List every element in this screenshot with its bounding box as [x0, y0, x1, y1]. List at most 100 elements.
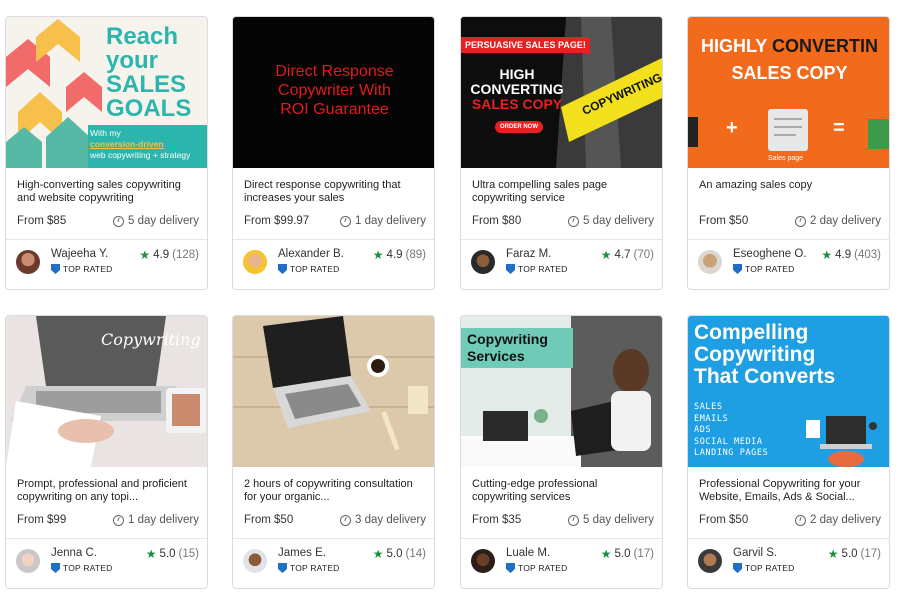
gig-title[interactable]: Cutting-edge professional copywriting se… — [472, 478, 654, 504]
seller-name[interactable]: Faraz M. — [506, 248, 551, 260]
gig-title[interactable]: Ultra compelling sales page copywriting … — [472, 179, 654, 205]
avatar[interactable] — [16, 549, 40, 573]
shield-icon — [506, 264, 515, 274]
thumbnail-art — [233, 316, 434, 467]
gig-price: From $80 — [472, 215, 522, 227]
gig-thumbnail[interactable]: Copywriting Services — [461, 316, 662, 467]
star-icon: ★ — [139, 248, 151, 262]
gig-card[interactable]: Reach your SALES GOALS With my conversio… — [5, 16, 208, 290]
star-icon: ★ — [600, 547, 612, 561]
rating: ★ 4.9 (89) — [372, 248, 426, 262]
gig-price: From $35 — [472, 514, 522, 526]
rating: ★ 5.0 (14) — [372, 547, 426, 561]
delivery-info: 5 day delivery — [113, 215, 199, 227]
delivery-info: 1 day delivery — [340, 215, 426, 227]
seller-name[interactable]: Luale M. — [506, 547, 550, 559]
delivery-info: 2 day delivery — [795, 514, 881, 526]
clock-icon — [568, 215, 580, 227]
top-rated-badge: TOP RATED — [733, 563, 795, 573]
gig-thumbnail[interactable]: Reach your SALES GOALS With my conversio… — [6, 17, 207, 168]
avatar[interactable] — [16, 250, 40, 274]
top-rated-badge: TOP RATED — [278, 264, 340, 274]
clock-icon — [795, 215, 807, 227]
divider — [6, 538, 207, 539]
avatar[interactable] — [243, 250, 267, 274]
gig-thumbnail[interactable]: HIGHLY CONVERTIN SALES COPY + = Sales pa… — [688, 17, 889, 168]
avatar[interactable] — [243, 549, 267, 573]
rating: ★ 4.9 (128) — [139, 248, 199, 262]
gig-card[interactable]: Copywriting Prompt, professional and pro… — [5, 315, 208, 589]
divider — [461, 538, 662, 539]
delivery-info: 5 day delivery — [568, 514, 654, 526]
shield-icon — [733, 563, 742, 573]
rating: ★ 4.9 (403) — [821, 248, 881, 262]
divider — [688, 239, 889, 240]
clock-icon — [795, 514, 807, 526]
thumbnail-headline: HIGH CONVERTING SALES COPY — [470, 66, 564, 112]
seller-name[interactable]: Alexander B. — [278, 248, 344, 260]
thumbnail-script: Copywriting — [101, 330, 201, 349]
seller-name[interactable]: Garvil S. — [733, 547, 777, 559]
shield-icon — [278, 563, 287, 573]
gig-thumbnail[interactable]: PERSUASIVE SALES PAGE! HIGH CONVERTING S… — [461, 17, 662, 168]
top-rated-badge: TOP RATED — [506, 264, 568, 274]
top-rated-badge: TOP RATED — [506, 563, 568, 573]
delivery-info: 3 day delivery — [340, 514, 426, 526]
top-rated-badge: TOP RATED — [51, 264, 113, 274]
thumbnail-tagline: With my conversion-driven web copywritin… — [90, 128, 191, 160]
star-icon: ★ — [372, 547, 384, 561]
equals-sign: = — [833, 117, 845, 139]
gig-price: From $50 — [244, 514, 294, 526]
gig-card[interactable]: Direct Response Copywriter With ROI Guar… — [232, 16, 435, 290]
seller-name[interactable]: Eseoghene O. — [733, 248, 807, 260]
rating: ★ 5.0 (15) — [145, 547, 199, 561]
gig-card[interactable]: HIGHLY CONVERTIN SALES COPY + = Sales pa… — [687, 16, 890, 290]
gig-thumbnail[interactable]: Compelling Copywriting That Converts SAL… — [688, 316, 889, 467]
divider — [233, 538, 434, 539]
order-now-button: ORDER NOW — [495, 121, 543, 133]
divider — [233, 239, 434, 240]
avatar[interactable] — [471, 250, 495, 274]
shield-icon — [733, 264, 742, 274]
gig-card[interactable]: Compelling Copywriting That Converts SAL… — [687, 315, 890, 589]
gig-thumbnail[interactable]: Copywriting — [6, 316, 207, 467]
star-icon: ★ — [827, 547, 839, 561]
gig-card[interactable]: PERSUASIVE SALES PAGE! HIGH CONVERTING S… — [460, 16, 663, 290]
gig-title[interactable]: Direct response copywriting that increas… — [244, 179, 426, 205]
divider — [688, 538, 889, 539]
seller-name[interactable]: James E. — [278, 547, 326, 559]
top-rated-badge: TOP RATED — [733, 264, 795, 274]
rating: ★ 5.0 (17) — [600, 547, 654, 561]
seller-name[interactable]: Jenna C. — [51, 547, 97, 559]
gig-title[interactable]: Prompt, professional and proficient copy… — [17, 478, 199, 504]
seller-name[interactable]: Wajeeha Y. — [51, 248, 108, 260]
gig-card[interactable]: Copywriting Services Cutting-edge profes… — [460, 315, 663, 589]
star-icon: ★ — [372, 248, 384, 262]
shield-icon — [278, 264, 287, 274]
rating: ★ 5.0 (17) — [827, 547, 881, 561]
banner-label: PERSUASIVE SALES PAGE! — [461, 37, 590, 53]
shield-icon — [51, 264, 60, 274]
clock-icon — [113, 514, 125, 526]
gig-title[interactable]: 2 hours of copywriting consultation for … — [244, 478, 426, 504]
gig-thumbnail[interactable] — [233, 316, 434, 467]
gig-price: From $85 — [17, 215, 67, 227]
gig-title[interactable]: Professional Copywriting for your Websit… — [699, 478, 881, 504]
star-icon: ★ — [821, 248, 833, 262]
gig-title[interactable]: High-converting sales copywriting and we… — [17, 179, 199, 205]
delivery-info: 5 day delivery — [568, 215, 654, 227]
clock-icon — [340, 514, 352, 526]
avatar[interactable] — [698, 250, 722, 274]
gig-card[interactable]: 2 hours of copywriting consultation for … — [232, 315, 435, 589]
gig-price: From $99.97 — [244, 215, 310, 227]
rating: ★ 4.7 (70) — [600, 248, 654, 262]
gig-thumbnail[interactable]: Direct Response Copywriter With ROI Guar… — [233, 17, 434, 168]
gig-title[interactable]: An amazing sales copy — [699, 179, 881, 192]
gig-price: From $50 — [699, 514, 749, 526]
divider — [6, 239, 207, 240]
avatar[interactable] — [471, 549, 495, 573]
avatar[interactable] — [698, 549, 722, 573]
top-rated-badge: TOP RATED — [51, 563, 113, 573]
top-rated-badge: TOP RATED — [278, 563, 340, 573]
thumbnail-art — [688, 109, 889, 151]
